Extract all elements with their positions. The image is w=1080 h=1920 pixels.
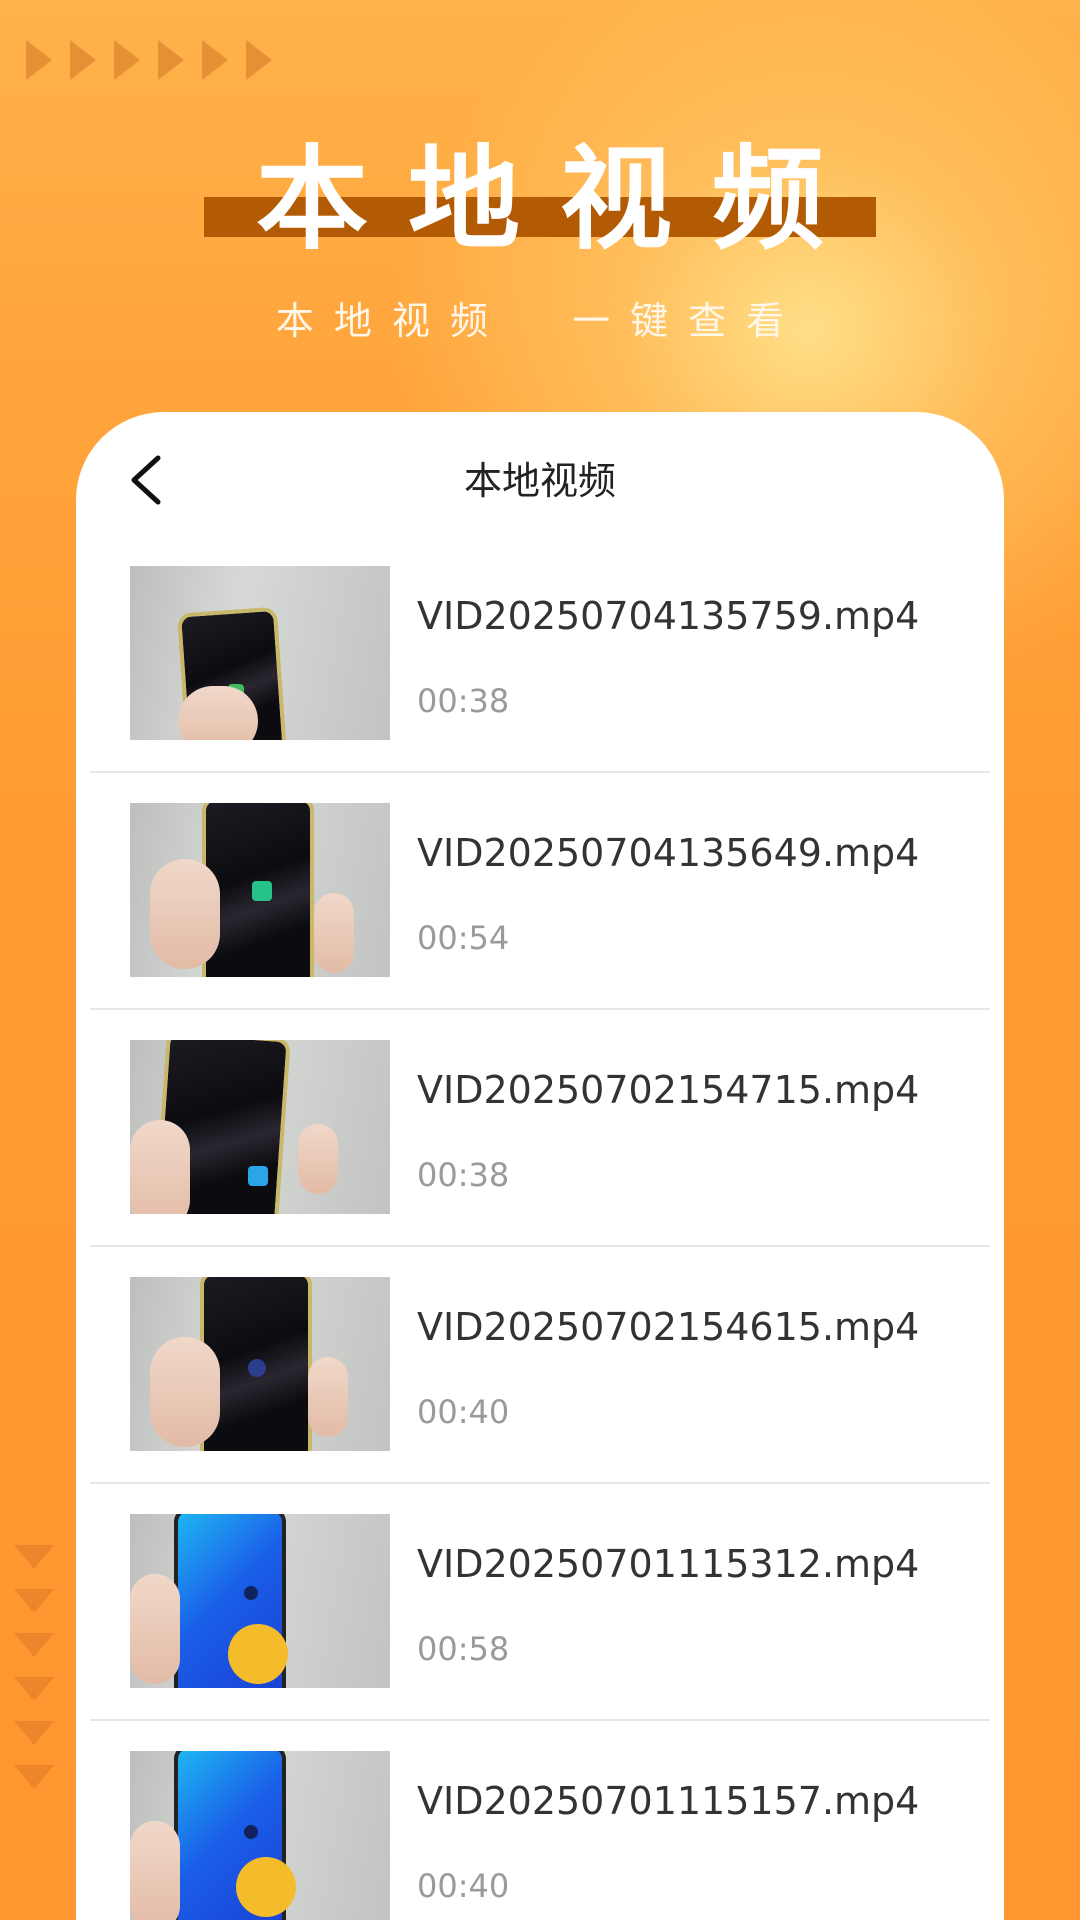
video-thumbnail[interactable] [130,1751,390,1920]
card-header: 本地视频 [76,412,1004,536]
arrow-right-icon [202,40,228,80]
video-file-name: VID20250701115312.mp4 [417,1542,920,1586]
hero-subtitle: 本地视频 一键查看 [275,299,805,343]
arrow-down-icon [14,1721,54,1745]
hero-title-banner: 本地视频 [0,135,1080,265]
video-list-item[interactable]: VID20250701115312.mp4 00:58 [90,1484,990,1721]
video-file-name: VID20250704135759.mp4 [417,594,920,638]
video-list-card: 本地视频 VID20250704135759.mp4 00:38 VID2025… [76,412,1004,1920]
decorative-arrows-top [26,40,272,80]
arrow-down-icon [14,1677,54,1701]
video-list: VID20250704135759.mp4 00:38 VID202507041… [76,536,1004,1920]
video-thumbnail[interactable] [130,1277,390,1451]
video-duration: 00:38 [417,1156,510,1194]
video-list-item[interactable]: VID20250702154615.mp4 00:40 [90,1247,990,1484]
page-title: 本地视频 [463,459,616,503]
video-file-name: VID20250702154615.mp4 [417,1305,920,1349]
video-file-name: VID20250701115157.mp4 [417,1779,920,1823]
hero-title: 本地视频 [256,135,864,265]
arrow-down-icon [14,1765,54,1789]
video-duration: 00:58 [417,1630,510,1668]
arrow-down-icon [14,1633,54,1657]
video-duration: 00:40 [417,1867,510,1905]
video-thumbnail[interactable] [130,1040,390,1214]
video-file-name: VID20250704135649.mp4 [417,831,920,875]
video-list-item[interactable]: VID20250704135759.mp4 00:38 [90,536,990,773]
arrow-down-icon [14,1589,54,1613]
arrow-right-icon [246,40,272,80]
arrow-down-icon [14,1545,54,1569]
video-thumbnail[interactable] [130,566,390,740]
arrow-right-icon [26,40,52,80]
decorative-arrows-left [14,1545,54,1789]
video-thumbnail[interactable] [130,1514,390,1688]
video-list-item[interactable]: VID20250704135649.mp4 00:54 [90,773,990,1010]
video-list-item[interactable]: VID20250702154715.mp4 00:38 [90,1010,990,1247]
video-list-item[interactable]: VID20250701115157.mp4 00:40 [90,1721,990,1920]
arrow-right-icon [158,40,184,80]
video-duration: 00:40 [417,1393,510,1431]
video-thumbnail[interactable] [130,803,390,977]
video-file-name: VID20250702154715.mp4 [417,1068,920,1112]
video-duration: 00:54 [417,919,510,957]
video-duration: 00:38 [417,682,510,720]
arrow-right-icon [70,40,96,80]
arrow-right-icon [114,40,140,80]
